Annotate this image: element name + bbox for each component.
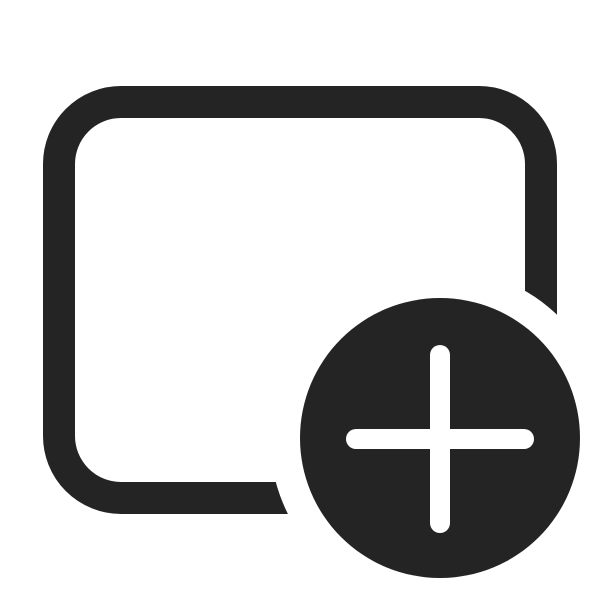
icon-canvas — [0, 0, 600, 600]
plus-circle-icon — [300, 298, 580, 578]
add-window-icon — [43, 86, 580, 578]
